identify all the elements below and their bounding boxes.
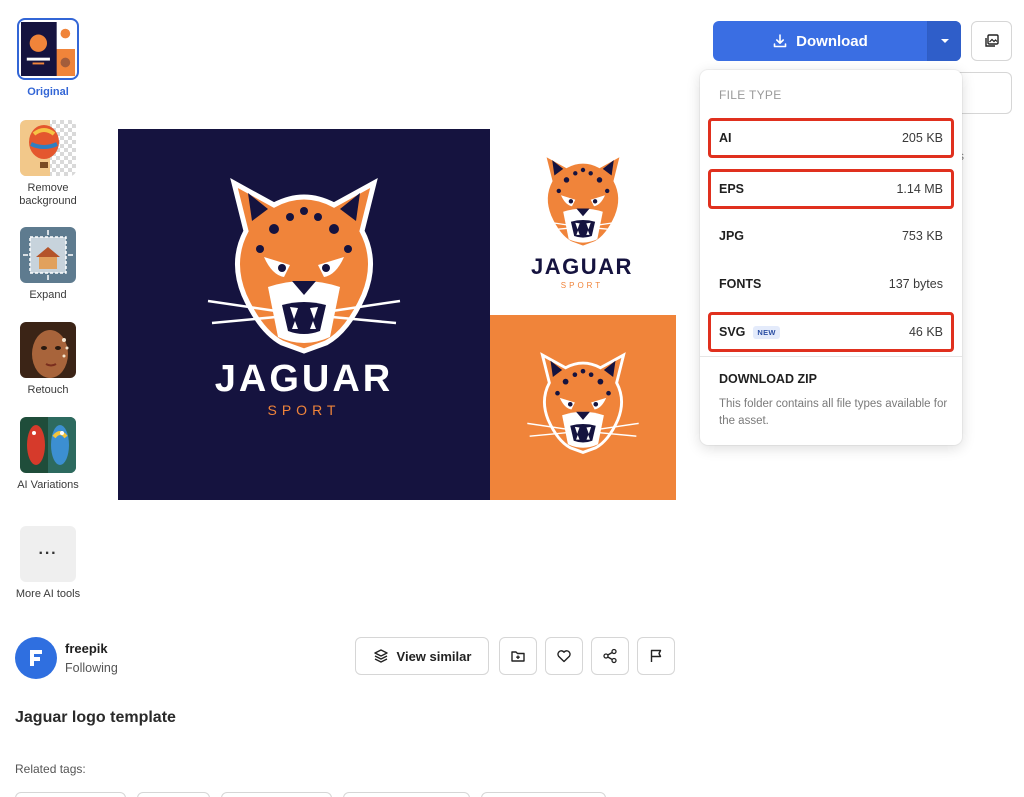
related-tag[interactable] <box>15 792 126 797</box>
tool-expand[interactable]: Expand <box>0 227 96 302</box>
file-type-option-fonts[interactable]: FONTS 137 bytes <box>708 264 954 304</box>
related-tag[interactable] <box>343 792 470 797</box>
tool-more-ai-tools[interactable]: ··· More AI tools <box>0 526 96 601</box>
hot-air-balloon-thumbnail-icon <box>20 120 76 176</box>
folder-plus-icon <box>511 651 525 662</box>
share-icon <box>603 648 617 664</box>
tool-original-label: Original <box>27 86 69 98</box>
more-icon: ··· <box>20 526 76 582</box>
tool-retouch[interactable]: Retouch <box>0 322 96 397</box>
add-to-collection-button[interactable] <box>499 637 537 675</box>
tool-remove-background-label: Remove background <box>19 182 77 207</box>
download-button[interactable]: Download <box>713 21 927 61</box>
related-tag[interactable] <box>221 792 332 797</box>
tool-remove-background[interactable]: Remove background <box>0 120 96 208</box>
freepik-logo-icon <box>30 650 42 666</box>
preview-brand-main-small: JAGUAR <box>531 254 633 279</box>
file-size: 46 KB <box>908 325 943 339</box>
download-zip-description: This folder contains all file types avai… <box>719 398 948 427</box>
download-button-group: Download <box>713 21 961 61</box>
file-type-option-eps[interactable]: EPS 1.14 MB <box>708 169 954 209</box>
download-options-toggle[interactable] <box>927 21 961 61</box>
report-button[interactable] <box>637 637 675 675</box>
view-similar-label: View similar <box>396 648 472 664</box>
file-type-option-ai[interactable]: AI 205 KB <box>708 118 954 158</box>
menu-divider <box>700 356 962 357</box>
author-avatar[interactable] <box>15 637 57 679</box>
follow-status[interactable]: Following <box>65 661 118 675</box>
preview-brand-sub: SPORT <box>268 402 341 418</box>
file-type-option-jpg[interactable]: JPG 753 KB <box>708 216 954 256</box>
image-gallery-button[interactable] <box>971 21 1012 61</box>
tool-retouch-label: Retouch <box>27 384 69 396</box>
file-type-name: SVG <box>719 325 746 339</box>
preview-brand-sub-small: SPORT <box>561 281 603 290</box>
expand-house-thumbnail-icon <box>20 227 76 283</box>
file-size: 137 bytes <box>888 277 943 291</box>
caret-down-icon <box>940 39 949 43</box>
file-size: 753 KB <box>901 229 943 243</box>
retouch-face-thumbnail-icon <box>20 322 76 378</box>
download-button-label: Download <box>796 32 868 50</box>
share-button[interactable] <box>591 637 629 675</box>
preview-brand-main: JAGUAR <box>215 358 393 400</box>
download-file-type-menu: FILE TYPE AI 205 KB EPS 1.14 MB JPG 753 … <box>700 70 962 445</box>
related-tags-label: Related tags: <box>15 762 86 776</box>
file-size: 1.14 MB <box>896 182 943 196</box>
file-type-header: FILE TYPE <box>719 88 782 102</box>
tool-original[interactable]: Original <box>0 18 96 99</box>
file-type-name-group: SVG NEW <box>719 325 780 339</box>
file-type-option-svg[interactable]: SVG NEW 46 KB <box>708 312 954 352</box>
flag-icon <box>650 649 662 662</box>
download-zip-title: DOWNLOAD ZIP <box>719 372 817 386</box>
author-info: freepik Following <box>15 637 118 679</box>
file-type-name: EPS <box>719 182 745 196</box>
view-similar-button[interactable]: View similar <box>355 637 489 675</box>
jaguar-logo-thumbnail-icon <box>17 18 79 80</box>
download-zip-option[interactable]: DOWNLOAD ZIP This folder contains all fi… <box>719 372 949 430</box>
file-size: 205 KB <box>901 131 943 145</box>
file-type-name: FONTS <box>719 277 762 291</box>
asset-title: Jaguar logo template <box>15 709 176 726</box>
heart-icon <box>557 650 571 663</box>
tool-more-ai-tools-label: More AI tools <box>15 588 81 600</box>
related-tag[interactable] <box>137 792 210 797</box>
download-icon <box>773 34 787 48</box>
related-tag[interactable] <box>481 792 606 797</box>
layers-icon <box>373 649 388 663</box>
tool-expand-label: Expand <box>29 289 67 301</box>
author-name[interactable]: freepik <box>65 641 118 656</box>
file-type-name: AI <box>719 131 732 145</box>
tool-ai-variations[interactable]: AI Variations <box>0 417 96 492</box>
file-type-name: JPG <box>719 229 745 243</box>
new-badge: NEW <box>753 325 780 339</box>
tool-ai-variations-label: AI Variations <box>17 479 79 491</box>
asset-preview-image[interactable]: JAGUAR SPORT JAGUAR SPORT <box>118 129 676 500</box>
images-icon <box>984 34 999 47</box>
parrots-thumbnail-icon <box>20 417 76 473</box>
like-button[interactable] <box>545 637 583 675</box>
